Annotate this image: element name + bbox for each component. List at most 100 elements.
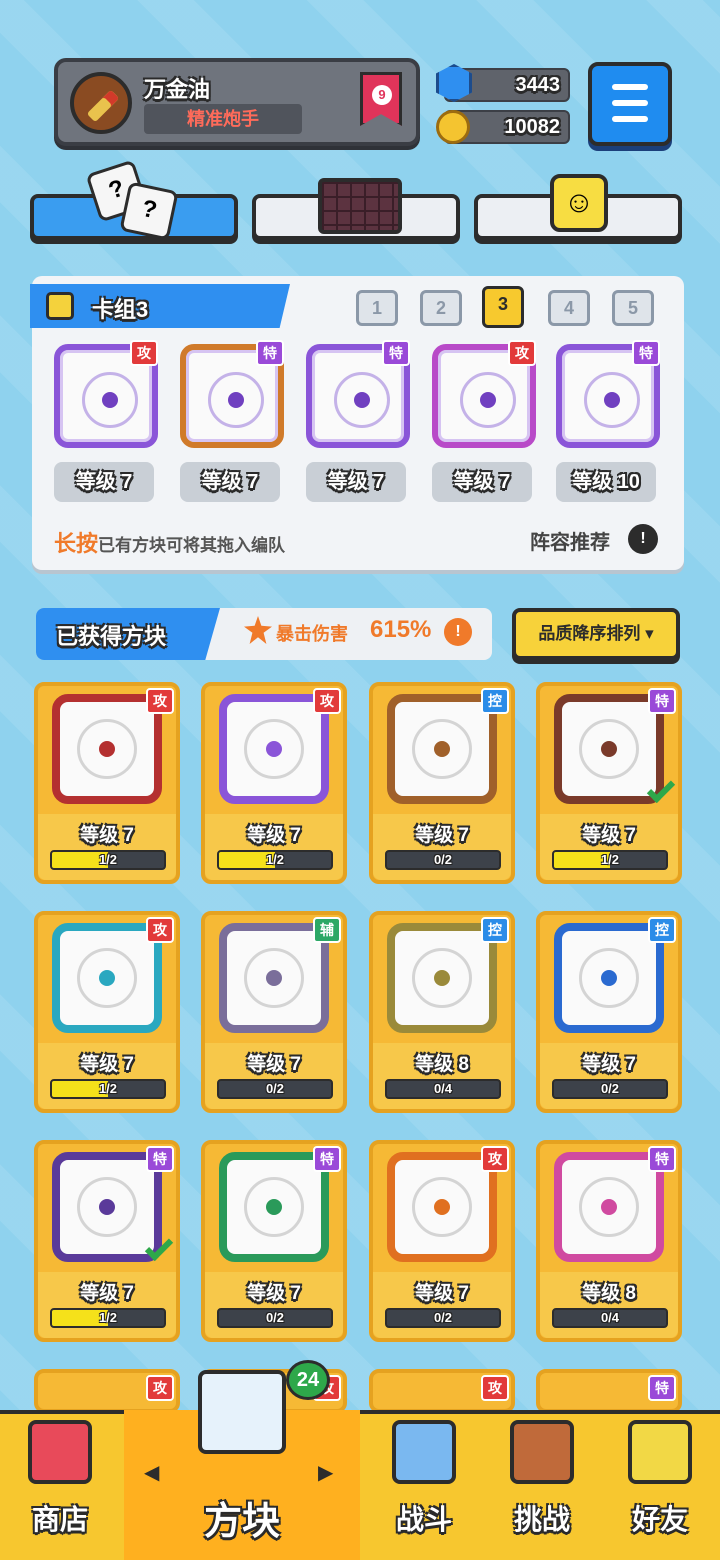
block-level: 等级 7 (247, 1283, 301, 1304)
deck-slot-1[interactable]: 1 (356, 290, 398, 326)
deck-name: 卡组3 (92, 297, 149, 322)
upgrade-progress-bar: 0/2 (552, 1079, 668, 1099)
progress-text: 0/2 (433, 852, 453, 867)
upgrade-progress-bar: 0/2 (217, 1308, 333, 1328)
deck-slot-2[interactable]: 2 (420, 290, 462, 326)
block-type-tag: 控 (481, 917, 509, 943)
block-level: 等级 7 (80, 1283, 134, 1304)
block-level: 等级 7 (582, 1054, 636, 1075)
block-type-tag: 特 (313, 1146, 341, 1172)
drag-hint: 长按已有方块可将其拖入编队 (54, 526, 285, 558)
rank-number: 9 (372, 85, 392, 105)
block-type-tag: 攻 (146, 1375, 174, 1401)
block-item[interactable]: 攻 (369, 1369, 515, 1413)
block-core-icon (228, 392, 244, 408)
block-item[interactable]: 特等级 7 1/2 (536, 682, 682, 884)
block-core-icon (434, 970, 450, 986)
deck-slot-4[interactable]: 4 (548, 290, 590, 326)
progress-text: 1/2 (98, 1310, 118, 1325)
block-level: 等级 8 (415, 1054, 469, 1075)
block-core-icon (266, 970, 282, 986)
lineup-recommend-button[interactable]: 阵容推荐 (530, 526, 610, 555)
coin-icon (436, 110, 470, 144)
mystery-cube-icon (198, 1370, 286, 1454)
progress-text: 0/2 (265, 1310, 285, 1325)
player-name: 万金油 (144, 77, 211, 102)
nav-battle[interactable]: 战斗 (364, 1410, 484, 1560)
upgrade-progress-bar: 0/2 (385, 1308, 501, 1328)
progress-text: 0/4 (433, 1081, 453, 1096)
info-icon[interactable]: ! (628, 524, 658, 554)
nav-blocks[interactable]: 方块 (124, 1370, 360, 1560)
block-item[interactable]: 攻 (34, 1369, 180, 1413)
block-level: 等级 7 (582, 825, 636, 846)
equipped-check-icon (646, 774, 676, 804)
block-type-tag: 控 (481, 688, 509, 714)
block-core-icon (266, 741, 282, 757)
nav-challenge[interactable]: 挑战 (484, 1410, 600, 1560)
progress-text: 1/2 (98, 852, 118, 867)
block-type-tag: 攻 (508, 340, 536, 366)
upgrade-progress-bar: 0/2 (217, 1079, 333, 1099)
block-type-tag: 攻 (146, 688, 174, 714)
block-item[interactable]: 攻等级 7 1/2 (201, 682, 347, 884)
equipped-check-icon (144, 1232, 174, 1262)
upgrade-progress-bar: 1/2 (50, 1308, 166, 1328)
block-item[interactable]: 攻等级 7 0/2 (369, 1140, 515, 1342)
block-level: 等级 8 (582, 1283, 636, 1304)
block-item[interactable]: 攻等级 7 1/2 (34, 911, 180, 1113)
menu-icon (612, 84, 648, 90)
hint-long-press: 长按 (54, 531, 99, 556)
block-item[interactable]: 特等级 7 0/2 (201, 1140, 347, 1342)
nav-friends[interactable]: 好友 (600, 1410, 720, 1560)
sword-shield-icon (392, 1420, 456, 1484)
progress-text: 1/2 (600, 852, 620, 867)
menu-button[interactable] (588, 62, 672, 146)
block-core-icon (99, 741, 115, 757)
block-item[interactable]: 攻等级 7 1/2 (34, 682, 180, 884)
progress-text: 0/2 (265, 1081, 285, 1096)
deck-slot-3[interactable]: 3 (482, 286, 524, 328)
nav-challenge-label: 挑战 (513, 1504, 570, 1535)
obtained-title: 已获得方块 (56, 624, 167, 649)
deck-slot-5[interactable]: 5 (612, 290, 654, 326)
deck-card-level: 等级 7 (180, 462, 280, 502)
crit-damage-label: 暴击伤害 (276, 624, 348, 644)
block-core-icon (99, 970, 115, 986)
block-item[interactable]: 辅等级 7 0/2 (201, 911, 347, 1113)
deck-label[interactable]: 卡组3 (30, 284, 290, 328)
upgrade-progress-bar: 1/2 (217, 850, 333, 870)
crit-info-icon[interactable]: ! (444, 618, 472, 646)
sort-dropdown[interactable]: 品质降序排列 ▾ (512, 608, 680, 660)
block-item[interactable]: 特 (536, 1369, 682, 1413)
nav-shop-label: 商店 (31, 1504, 88, 1535)
block-core-icon (601, 741, 617, 757)
prev-arrow-icon[interactable]: ◀ (144, 1460, 159, 1485)
block-item[interactable]: 特等级 8 0/4 (536, 1140, 682, 1342)
block-level: 等级 7 (415, 1283, 469, 1304)
upgrade-progress-bar: 1/2 (552, 850, 668, 870)
block-type-tag: 特 (648, 1146, 676, 1172)
block-core-icon (601, 970, 617, 986)
progress-text: 0/4 (600, 1310, 620, 1325)
player-avatar (70, 72, 132, 134)
gem-count: 3443 (515, 74, 561, 96)
upgrade-progress-bar: 0/2 (385, 850, 501, 870)
block-item[interactable]: 控等级 7 0/2 (369, 682, 515, 884)
progress-text: 0/2 (600, 1081, 620, 1096)
profile-panel[interactable]: 万金油 精准炮手 9 (54, 58, 420, 146)
block-type-tag: 特 (648, 1375, 676, 1401)
upgrade-progress-bar: 0/4 (385, 1079, 501, 1099)
rank-ribbon-icon: 9 (360, 72, 402, 126)
board-grid-icon (318, 178, 402, 234)
block-item[interactable]: 控等级 8 0/4 (369, 911, 515, 1113)
nav-shop[interactable]: 商店 (0, 1410, 120, 1560)
hint-text: 已有方块可将其拖入编队 (98, 536, 286, 555)
next-arrow-icon[interactable]: ▶ (318, 1460, 333, 1485)
coin-count: 10082 (504, 116, 560, 138)
block-level: 等级 7 (247, 825, 301, 846)
block-item[interactable]: 控等级 7 0/2 (536, 911, 682, 1113)
block-type-tag: 攻 (481, 1375, 509, 1401)
signboard-icon (510, 1420, 574, 1484)
block-item[interactable]: 特等级 7 1/2 (34, 1140, 180, 1342)
